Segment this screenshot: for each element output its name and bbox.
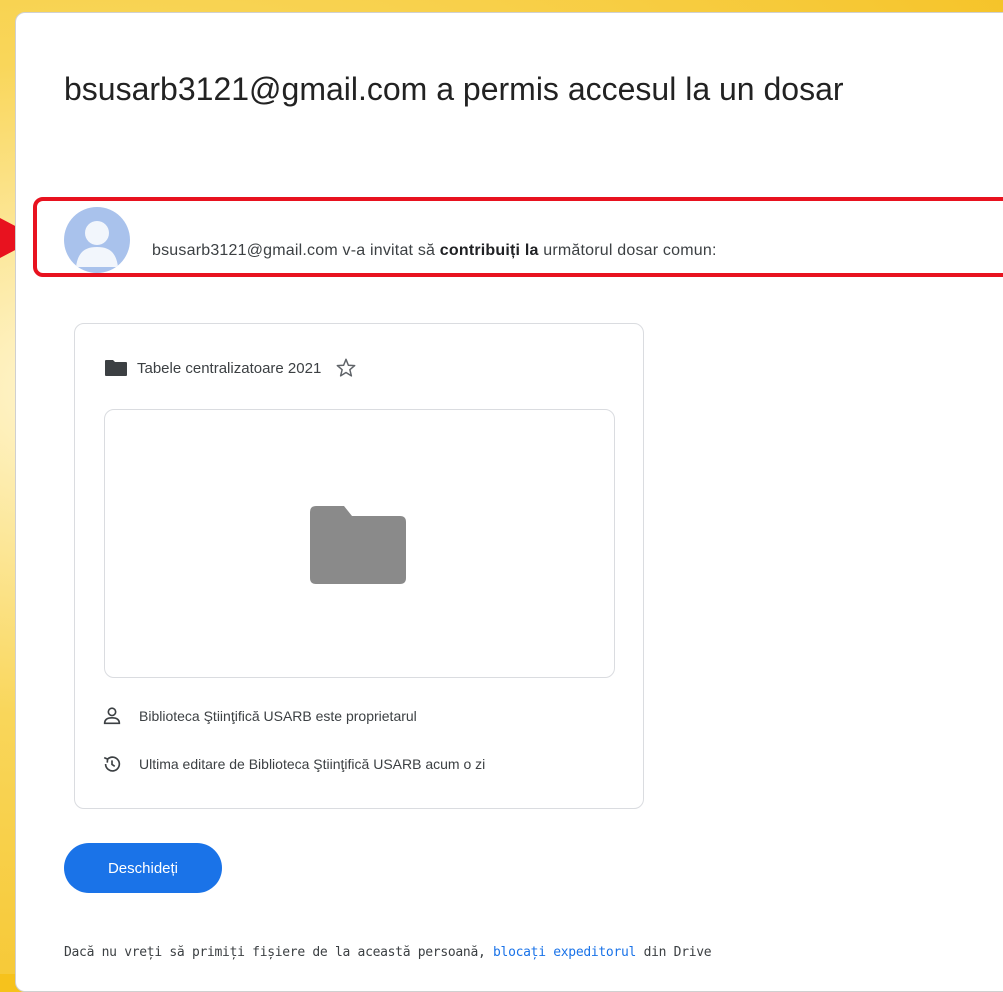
file-header: Tabele centralizatoare 2021: [105, 356, 357, 380]
history-icon: [103, 756, 121, 772]
footer-note: Dacă nu vreți să primiți fișiere de la a…: [64, 945, 712, 960]
file-name[interactable]: Tabele centralizatoare 2021: [137, 360, 321, 377]
owner-text: Biblioteca Ştiinţifică USARB este propri…: [139, 708, 417, 724]
highlight-box: [33, 197, 1003, 277]
last-edit-text: Ultima editare de Biblioteca Ştiinţifică…: [139, 756, 486, 772]
open-button[interactable]: Deschideți: [64, 843, 222, 893]
block-sender-link[interactable]: blocați expeditorul: [493, 945, 636, 960]
folder-icon: [105, 360, 127, 376]
email-headline: bsusarb3121@gmail.com a permis accesul l…: [64, 71, 844, 107]
person-outline-icon: [103, 707, 121, 725]
folder-preview[interactable]: [104, 409, 615, 678]
owner-row: Biblioteca Ştiinţifică USARB este propri…: [101, 704, 417, 728]
star-outline-icon[interactable]: [335, 357, 357, 379]
folder-icon: [310, 506, 406, 584]
background-frame: bsusarb3121@gmail.com a permis accesul l…: [0, 0, 1003, 992]
footer-text-before: Dacă nu vreți să primiți fișiere de la a…: [64, 945, 494, 960]
file-card: Tabele centralizatoare 2021 Biblioteca Ş…: [74, 323, 644, 809]
last-edit-row: Ultima editare de Biblioteca Ştiinţifică…: [101, 752, 485, 776]
footer-text-after: din Drive: [636, 945, 712, 960]
